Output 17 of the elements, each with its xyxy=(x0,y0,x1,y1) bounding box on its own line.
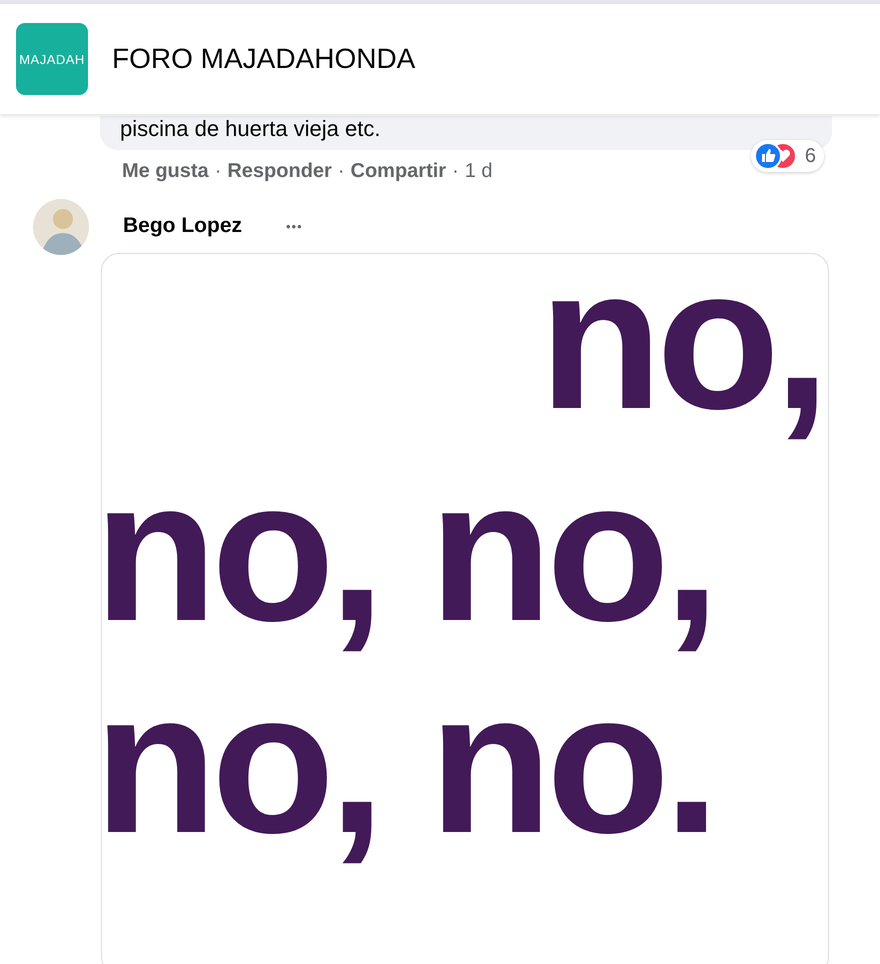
attachment-text: no, xyxy=(539,254,824,444)
attachment-text: no, no. xyxy=(102,656,714,868)
comment-action-link[interactable]: Compartir xyxy=(350,160,446,183)
comment-action-link[interactable]: Responder xyxy=(227,160,332,183)
comment-text: piscina de huerta vieja etc. xyxy=(120,116,380,141)
image-attachment[interactable]: no, no, no, no, no. xyxy=(101,253,829,964)
separator-dot: · xyxy=(338,160,344,183)
separator-dot: · xyxy=(214,160,222,183)
comment-time[interactable]: 1 d xyxy=(464,160,493,183)
group-title[interactable]: FORO MAJADAHONDA xyxy=(112,43,416,75)
separator-dot: · xyxy=(452,160,459,183)
author-name[interactable]: Bego Lopez xyxy=(123,214,242,238)
reactions-badge[interactable]: 6 xyxy=(750,140,824,172)
reaction-count: 6 xyxy=(804,144,816,168)
more-options-button[interactable]: ••• xyxy=(286,218,303,234)
attachment-text: no, no, xyxy=(102,444,714,656)
comment-action-link[interactable]: Me gusta xyxy=(122,160,209,183)
